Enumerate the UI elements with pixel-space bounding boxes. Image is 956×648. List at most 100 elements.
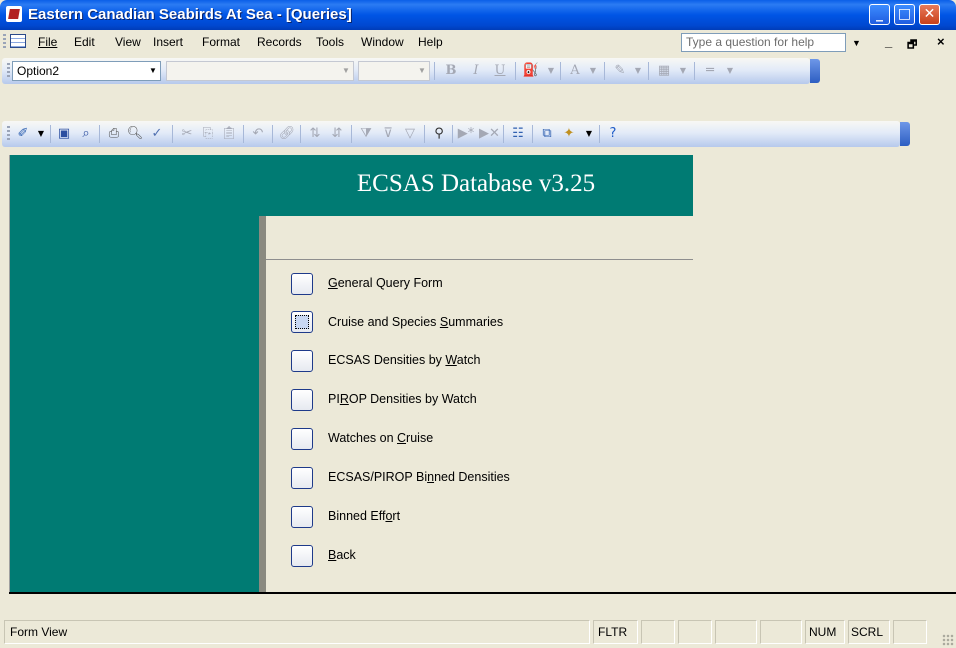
design-view-icon[interactable]: ✐ (14, 125, 32, 143)
binned-densities-button[interactable] (291, 467, 313, 489)
toolbar-separator (99, 125, 100, 143)
cruise-species-summaries-label[interactable]: Cruise and Species Summaries (328, 315, 503, 329)
access-app-icon[interactable] (6, 6, 22, 22)
toolbar-separator (300, 125, 301, 143)
menu-file-label: File (38, 35, 58, 49)
toolbar-separator (50, 125, 51, 143)
minimize-button[interactable]: _ (869, 4, 890, 25)
formatting-toolbar-options-icon[interactable] (810, 59, 820, 83)
properties-icon[interactable]: ☷ (509, 125, 527, 143)
toolbar-separator (172, 125, 173, 143)
find-icon[interactable]: ⚲ (430, 125, 448, 143)
bold-button[interactable]: B (442, 62, 460, 80)
toolbar-separator (434, 62, 435, 80)
print-icon[interactable]: ⎙ (105, 125, 123, 143)
object-combo[interactable]: Option2 ▼ (12, 61, 161, 81)
chevron-down-icon[interactable]: ▼ (542, 62, 560, 80)
mdi-close-button[interactable]: × (937, 34, 945, 49)
help-dropdown-arrow-icon[interactable]: ▼ (852, 38, 861, 48)
standard-toolbar-options-icon[interactable] (900, 122, 910, 146)
toolbar-separator (648, 62, 649, 80)
chevron-down-icon[interactable]: ▼ (584, 62, 602, 80)
filter-by-form-icon[interactable]: ⊽ (379, 125, 397, 143)
menu-tools[interactable]: Tools (316, 35, 344, 49)
ecsas-densities-by-watch-button[interactable] (291, 350, 313, 372)
binned-effort-label[interactable]: Binned Effort (328, 509, 400, 523)
underline-button[interactable]: U (491, 62, 509, 80)
menu-records[interactable]: Records (257, 35, 302, 49)
spelling-icon[interactable]: ✓ (148, 125, 166, 143)
print-preview-icon[interactable]: 🔍︎ (126, 125, 144, 143)
mdi-restore-button[interactable]: 🗗 (907, 36, 917, 55)
chevron-down-icon[interactable]: ▼ (580, 125, 598, 143)
status-fltr: FLTR (598, 625, 628, 639)
new-object-icon[interactable]: ✦ (560, 125, 578, 143)
form-document-icon[interactable] (10, 34, 26, 48)
mdi-minimize-button[interactable]: _ (885, 34, 892, 49)
fill-color-icon[interactable]: ⛽ (522, 62, 540, 80)
font-size-combo: ▼ (358, 61, 430, 81)
apply-filter-icon[interactable]: ▽ (401, 125, 419, 143)
help-question-input[interactable]: Type a question for help (681, 33, 846, 52)
toolbar-separator (515, 62, 516, 80)
formatting-toolbar-grip[interactable] (7, 63, 10, 79)
close-button[interactable]: ✕ (919, 4, 940, 25)
new-record-icon[interactable]: ▶* (457, 125, 475, 143)
form-left-panel (10, 155, 259, 592)
general-query-form-button[interactable] (291, 273, 313, 295)
chevron-down-icon[interactable]: ▼ (629, 62, 647, 80)
gridlines-icon[interactable]: ▦ (655, 62, 673, 80)
chevron-down-icon: ▼ (149, 66, 157, 75)
pirop-densities-by-watch-label[interactable]: PIROP Densities by Watch (328, 392, 477, 406)
menu-edit[interactable]: Edit (74, 35, 95, 49)
line-color-icon[interactable]: ✎ (611, 62, 629, 80)
chevron-down-icon: ▼ (342, 66, 350, 75)
object-combo-value: Option2 (17, 64, 60, 78)
italic-button[interactable]: I (467, 62, 485, 80)
standard-toolbar-grip[interactable] (7, 126, 10, 142)
sort-ascending-icon[interactable]: ⇅ (306, 125, 324, 143)
copy-icon[interactable]: ⎘ (199, 125, 217, 143)
general-query-form-label[interactable]: General Query Form (328, 276, 443, 290)
save-icon[interactable]: ▣ (55, 125, 73, 143)
menu-view[interactable]: View (115, 35, 141, 49)
title-bar[interactable]: Eastern Canadian Seabirds At Sea - [Quer… (0, 0, 956, 30)
binned-densities-label[interactable]: ECSAS/PIROP Binned Densities (328, 470, 510, 484)
chevron-down-icon[interactable]: ▼ (674, 62, 692, 80)
delete-record-icon[interactable]: ▶✕ (479, 125, 500, 143)
resize-grip-icon[interactable] (942, 634, 954, 646)
font-color-button[interactable]: A (566, 62, 584, 80)
menu-file[interactable]: File (38, 35, 57, 49)
menubar-grip[interactable] (3, 34, 6, 50)
menu-help[interactable]: Help (418, 35, 443, 49)
chevron-down-icon[interactable]: ▼ (721, 62, 739, 80)
back-label[interactable]: Back (328, 548, 356, 562)
back-button[interactable] (291, 545, 313, 567)
chevron-down-icon[interactable]: ▼ (32, 125, 50, 143)
form-divider (266, 259, 693, 260)
pirop-densities-by-watch-button[interactable] (291, 389, 313, 411)
status-cell (760, 620, 802, 644)
menu-window[interactable]: Window (361, 35, 404, 49)
maximize-icon: □ (897, 6, 912, 22)
maximize-button[interactable]: □ (894, 4, 915, 25)
watches-on-cruise-label[interactable]: Watches on Cruise (328, 431, 433, 445)
help-icon[interactable]: ? (604, 125, 622, 143)
file-search-icon[interactable]: ⌕ (77, 125, 95, 143)
paste-icon[interactable]: 📋︎ (220, 125, 238, 143)
sort-descending-icon[interactable]: ⇵ (328, 125, 346, 143)
menu-format[interactable]: Format (202, 35, 240, 49)
toolbar-separator (243, 125, 244, 143)
cruise-species-summaries-button[interactable] (291, 311, 313, 333)
database-window-icon[interactable]: ⧉ (538, 125, 556, 143)
binned-effort-button[interactable] (291, 506, 313, 528)
line-width-icon[interactable]: ═ (701, 62, 719, 80)
filter-by-selection-icon[interactable]: ⧩ (357, 125, 375, 143)
ecsas-densities-by-watch-label[interactable]: ECSAS Densities by Watch (328, 353, 480, 367)
cut-icon[interactable]: ✂ (178, 125, 196, 143)
status-cell (715, 620, 757, 644)
menu-insert[interactable]: Insert (153, 35, 183, 49)
insert-hyperlink-icon[interactable]: 🔗︎ (278, 125, 296, 143)
watches-on-cruise-button[interactable] (291, 428, 313, 450)
undo-icon[interactable]: ↶ (249, 125, 267, 143)
